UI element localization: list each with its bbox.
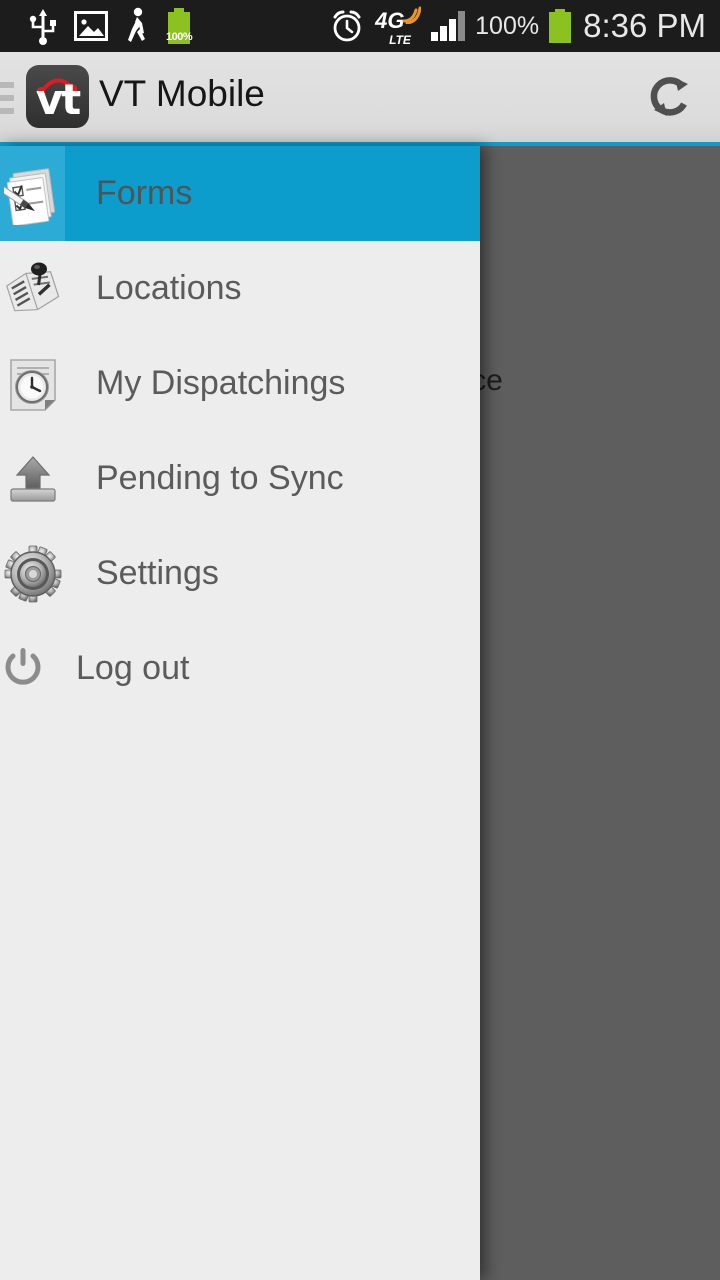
navigation-drawer: Forms Locations My Dispatchings Pending …: [0, 146, 480, 1280]
alarm-clock-icon: [333, 10, 361, 42]
clock-label: 8:36 PM: [583, 7, 706, 44]
drawer-item-label: Pending to Sync: [96, 459, 344, 497]
battery-percent-icon-label: 100%: [166, 31, 193, 43]
drawer-item-label: My Dispatchings: [96, 364, 346, 402]
locations-icon-cell: [0, 241, 65, 336]
status-bar-left-icons: 100%: [14, 7, 193, 45]
battery-percent-label: 100%: [475, 11, 540, 40]
drawer-item-log-out[interactable]: Log out: [0, 621, 480, 716]
drawer-item-settings[interactable]: Settings: [0, 526, 480, 621]
drawer-item-label: Forms: [96, 174, 193, 212]
upload-arrow-icon: [9, 455, 56, 502]
network-type-secondary: LTE: [389, 33, 411, 47]
forms-icon-cell: [0, 146, 65, 241]
network-type-primary: 4G: [375, 8, 405, 33]
app-logo: vt: [26, 65, 89, 128]
status-bar-right-icons: 4G LTE 100% 8:36 PM: [329, 6, 706, 46]
page-title: VT Mobile: [99, 73, 265, 114]
app-bar: vt VT Mobile: [0, 52, 720, 142]
drawer-item-label: Locations: [96, 269, 242, 307]
battery-percent-icon: 100%: [166, 8, 193, 44]
drawer-item-my-dispatchings[interactable]: My Dispatchings: [0, 336, 480, 431]
battery-icon: [549, 9, 572, 43]
image-icon: [74, 11, 108, 41]
hamburger-icon[interactable]: [0, 82, 14, 114]
power-icon: [5, 647, 41, 685]
gear-icon: [4, 545, 61, 602]
forms-icon: [3, 167, 55, 225]
locations-map-pin-icon: [5, 262, 59, 311]
dispatchings-icon-cell: [0, 336, 65, 431]
drawer-item-pending-to-sync[interactable]: Pending to Sync: [0, 431, 480, 526]
app-logo-text: vt: [35, 75, 81, 124]
refresh-icon[interactable]: [648, 74, 694, 120]
status-bar: 100% 4G LTE 100% 8:36 PM: [0, 0, 720, 52]
phone-screen: 100% 4G LTE 100% 8:36 PM vt VT Mobile Fo…: [0, 0, 720, 1280]
usb-icon: [29, 9, 56, 45]
network-type-icon: 4G LTE: [375, 6, 422, 47]
dispatch-clock-document-icon: [9, 358, 56, 411]
network-waves-icon: [402, 6, 422, 24]
pedometer-icon: [128, 7, 145, 42]
drawer-item-label: Log out: [76, 649, 190, 687]
logout-icon-cell: [0, 621, 46, 716]
pending-sync-icon-cell: [0, 431, 65, 526]
settings-icon-cell: [0, 526, 65, 621]
drawer-item-label: Settings: [96, 554, 219, 592]
drawer-item-forms[interactable]: Forms: [0, 146, 480, 241]
signal-bars-icon: [431, 11, 466, 41]
drawer-item-locations[interactable]: Locations: [0, 241, 480, 336]
